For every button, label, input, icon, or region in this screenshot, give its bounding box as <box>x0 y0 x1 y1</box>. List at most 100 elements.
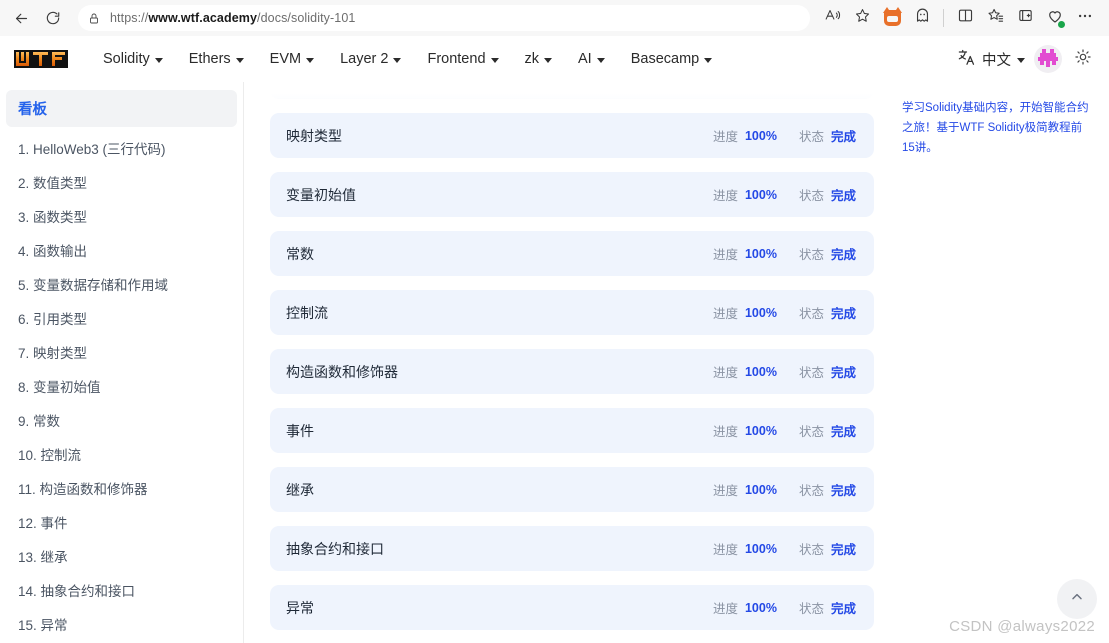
sidebar-item-6[interactable]: 6. 引用类型 <box>0 301 243 335</box>
course-meta: 进度 100% 状态 完成 <box>713 362 856 381</box>
toolbar-divider <box>943 9 944 27</box>
scroll-to-top-button[interactable] <box>1057 579 1097 619</box>
progress-value: 100% <box>744 600 777 615</box>
read-aloud-button[interactable] <box>818 4 846 32</box>
course-meta: 进度 100% 状态 完成 <box>713 421 856 440</box>
reload-button[interactable] <box>38 3 68 33</box>
sidebar-item-12[interactable]: 12. 事件 <box>0 505 243 539</box>
right-rail: 学习Solidity基础内容，开始智能合约之旅！基于WTF Solidity极简… <box>886 82 1109 643</box>
nav-item-ai[interactable]: AI <box>565 47 618 71</box>
ghost-extension-button[interactable] <box>908 4 936 32</box>
progress-label: 进度 <box>712 130 738 144</box>
split-screen-icon <box>957 7 974 29</box>
address-bar[interactable]: https://www.wtf.academy/docs/solidity-10… <box>78 5 810 31</box>
nav-item-solidity[interactable]: Solidity <box>90 47 176 71</box>
favorites-icon <box>987 7 1004 29</box>
course-card[interactable]: 进度 状态 <box>270 82 874 99</box>
course-card[interactable]: 控制流 进度 100% 状态 完成 <box>270 290 874 335</box>
status-value: 完成 <box>830 425 856 439</box>
course-meta: 进度 100% 状态 完成 <box>713 126 856 145</box>
status-label: 状态 <box>798 307 824 321</box>
sidebar-item-2[interactable]: 2. 数值类型 <box>0 165 243 199</box>
collections-button[interactable] <box>1011 4 1039 32</box>
sidebar-item-3[interactable]: 3. 函数类型 <box>0 199 243 233</box>
browser-toolbar: https://www.wtf.academy/docs/solidity-10… <box>0 0 1109 36</box>
status-value: 完成 <box>830 248 856 262</box>
collections-icon <box>1017 7 1034 29</box>
nav-item-ethers[interactable]: Ethers <box>176 47 257 71</box>
language-switcher[interactable]: 中文 <box>957 48 1025 71</box>
nav-item-frontend[interactable]: Frontend <box>414 47 511 71</box>
status-value: 完成 <box>830 602 856 616</box>
course-card[interactable]: 构造函数和修饰器 进度 100% 状态 完成 <box>270 349 874 394</box>
course-card[interactable]: 变量初始值 进度 100% 状态 完成 <box>270 172 874 217</box>
course-meta: 进度 状态 <box>770 82 856 86</box>
language-label: 中文 <box>982 52 1011 69</box>
nav-item-evm[interactable]: EVM <box>257 47 327 71</box>
nav-item-zk[interactable]: zk <box>512 47 566 71</box>
theme-toggle-button[interactable] <box>1071 47 1095 71</box>
read-aloud-icon <box>824 7 841 29</box>
chevron-down-icon <box>154 57 163 63</box>
back-button[interactable] <box>6 3 36 33</box>
course-title: 常数 <box>286 245 314 262</box>
course-title: 映射类型 <box>286 127 342 144</box>
nav-label: Frontend <box>427 51 486 67</box>
back-arrow-icon <box>13 10 30 27</box>
progress-value: 100% <box>744 128 777 143</box>
favorites-button[interactable] <box>981 4 1009 32</box>
status-label: 状态 <box>798 543 824 557</box>
status-label: 状态 <box>798 425 824 439</box>
csdn-watermark: CSDN @always2022 <box>949 618 1095 635</box>
nav-item-basecamp[interactable]: Basecamp <box>618 47 726 71</box>
user-avatar[interactable] <box>1034 45 1062 73</box>
course-card[interactable]: 映射类型 进度 100% 状态 完成 <box>270 113 874 158</box>
status-value: 完成 <box>830 130 856 144</box>
metamask-extension-icon <box>882 7 902 26</box>
course-meta: 进度 100% 状态 完成 <box>713 303 856 322</box>
sun-icon <box>1074 48 1092 71</box>
progress-value: 100% <box>744 187 777 202</box>
add-favorite-button[interactable] <box>848 4 876 32</box>
status-label: 状态 <box>798 130 824 144</box>
progress-label: 进度 <box>712 484 738 498</box>
sidebar-item-8[interactable]: 8. 变量初始值 <box>0 369 243 403</box>
sidebar-item-4[interactable]: 4. 函数输出 <box>0 233 243 267</box>
progress-label: 进度 <box>712 543 738 557</box>
sidebar-item-9[interactable]: 9. 常数 <box>0 403 243 437</box>
split-screen-button[interactable] <box>951 4 979 32</box>
sidebar-item-10[interactable]: 10. 控制流 <box>0 437 243 471</box>
course-meta: 进度 100% 状态 完成 <box>713 185 856 204</box>
sidebar-item-1[interactable]: 1. HelloWeb3 (三行代码) <box>0 131 243 165</box>
toolbar-actions <box>818 4 1099 32</box>
sidebar-item-7[interactable]: 7. 映射类型 <box>0 335 243 369</box>
chevron-down-icon <box>704 57 713 63</box>
metamask-extension-button[interactable] <box>878 4 906 32</box>
sidebar-item-15[interactable]: 15. 异常 <box>0 607 243 641</box>
course-title: 异常 <box>286 599 314 616</box>
status-value: 完成 <box>830 307 856 321</box>
course-card[interactable]: 抽象合约和接口 进度 100% 状态 完成 <box>270 526 874 571</box>
nav-item-layer-2[interactable]: Layer 2 <box>327 47 414 71</box>
sidebar-item-13[interactable]: 13. 继承 <box>0 539 243 573</box>
wtf-logo[interactable] <box>14 47 68 71</box>
status-label: 状态 <box>798 602 824 616</box>
progress-value: 100% <box>744 423 777 438</box>
more-options-button[interactable] <box>1071 4 1099 32</box>
page-body: 看板 1. HelloWeb3 (三行代码) 2. 数值类型 3. 函数类型 4… <box>0 82 1109 643</box>
course-card[interactable]: 异常 进度 100% 状态 完成 <box>270 585 874 630</box>
nav-label: Solidity <box>103 51 150 67</box>
status-value: 完成 <box>830 366 856 380</box>
course-card[interactable]: 常数 进度 100% 状态 完成 <box>270 231 874 276</box>
chevron-down-icon <box>596 57 605 63</box>
course-card[interactable]: 继承 进度 100% 状态 完成 <box>270 467 874 512</box>
nav-label: zk <box>524 51 540 67</box>
sidebar-item-5[interactable]: 5. 变量数据存储和作用域 <box>0 267 243 301</box>
progress-label: 进度 <box>712 366 738 380</box>
sidebar-item-dashboard[interactable]: 看板 <box>6 90 237 127</box>
browser-essentials-button[interactable] <box>1041 4 1069 32</box>
chevron-down-icon <box>490 57 499 63</box>
sidebar-item-14[interactable]: 14. 抽象合约和接口 <box>0 573 243 607</box>
course-card[interactable]: 事件 进度 100% 状态 完成 <box>270 408 874 453</box>
sidebar-item-11[interactable]: 11. 构造函数和修饰器 <box>0 471 243 505</box>
